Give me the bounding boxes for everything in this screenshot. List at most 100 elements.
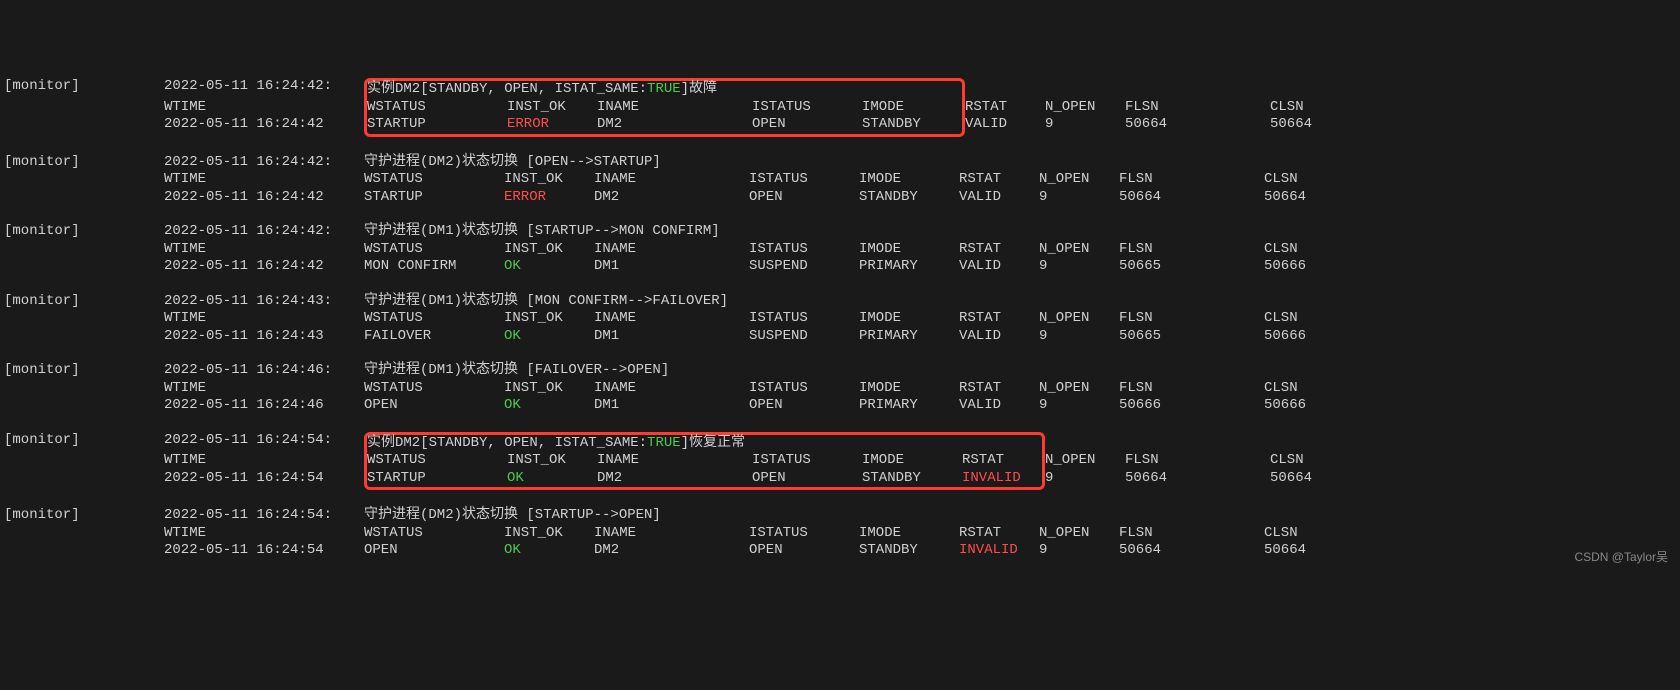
- hdr-flsn: FLSN: [1119, 241, 1264, 259]
- hdr-iname: INAME: [594, 171, 749, 189]
- hdr-imode: IMODE: [862, 99, 962, 117]
- hdr-istatus: ISTATUS: [752, 452, 862, 470]
- monitor-tag: [monitor]: [4, 78, 164, 99]
- hdr-iname: INAME: [594, 525, 749, 543]
- hdr-clsn: CLSN: [1264, 525, 1344, 543]
- blank-line: [4, 560, 1676, 577]
- log-message: 守护进程(DM1)状态切换 [FAILOVER-->OPEN]: [364, 362, 669, 380]
- blank-line: [4, 490, 1676, 507]
- log-data-row: 2022-05-11 16:24:54OPENOKDM2OPENSTANDBYI…: [4, 542, 1676, 560]
- hdr-wstatus: WSTATUS: [364, 241, 504, 259]
- hdr-rstat: RSTAT: [959, 525, 1039, 543]
- val-wstatus: OPEN: [364, 397, 504, 415]
- val-iname: DM2: [597, 116, 752, 134]
- log-message: 守护进程(DM1)状态切换 [MON CONFIRM-->FAILOVER]: [364, 293, 728, 311]
- hdr-wstatus: WSTATUS: [364, 380, 504, 398]
- log-header-row: WTIMEWSTATUSINST_OKINAMEISTATUSIMODERSTA…: [4, 99, 1676, 117]
- hdr-wtime: WTIME: [164, 310, 364, 328]
- highlight-box: WSTATUSINST_OKINAMEISTATUSIMODE: [364, 99, 965, 117]
- hdr-wtime: WTIME: [164, 525, 364, 543]
- hdr-imode: IMODE: [859, 310, 959, 328]
- log-message: 实例DM2[STANDBY, OPEN, ISTAT_SAME:TRUE]恢复正…: [367, 435, 745, 453]
- blank: [4, 310, 164, 328]
- val-rstat: VALID: [959, 397, 1039, 415]
- blank: [4, 171, 164, 189]
- val-imode: STANDBY: [862, 116, 962, 134]
- val-n-open: 9: [1039, 258, 1119, 276]
- hdr-flsn: FLSN: [1125, 99, 1270, 117]
- val-imode: STANDBY: [862, 470, 962, 488]
- val-iname: DM2: [594, 542, 749, 560]
- hdr-inst-ok: INST_OK: [507, 99, 597, 117]
- blank: [4, 470, 164, 491]
- val-n-open: 9: [1039, 542, 1119, 560]
- log-data-row: 2022-05-11 16:24:42MON CONFIRMOKDM1SUSPE…: [4, 258, 1676, 276]
- hdr-imode: IMODE: [862, 452, 962, 470]
- val-istatus: OPEN: [749, 189, 859, 207]
- val-wtime: 2022-05-11 16:24:42: [164, 189, 364, 207]
- monitor-tag: [monitor]: [4, 507, 164, 525]
- val-iname: DM1: [594, 397, 749, 415]
- val-imode: PRIMARY: [859, 258, 959, 276]
- log-msg-row: [monitor]2022-05-11 16:24:54:守护进程(DM2)状态…: [4, 507, 1676, 525]
- val-iname: DM2: [594, 189, 749, 207]
- val-iname: DM1: [594, 328, 749, 346]
- val-inst-ok: OK: [504, 328, 594, 346]
- hdr-iname: INAME: [597, 452, 752, 470]
- val-inst-ok: ERROR: [504, 189, 594, 207]
- hdr-n-open: N_OPEN: [1045, 99, 1125, 117]
- log-header-row: WTIMEWSTATUSINST_OKINAMEISTATUSIMODERSTA…: [4, 525, 1676, 543]
- blank: [4, 116, 164, 137]
- hdr-wstatus: WSTATUS: [367, 452, 507, 470]
- log-header-row: WTIMEWSTATUSINST_OKINAMEISTATUSIMODERSTA…: [4, 452, 1676, 470]
- hdr-clsn: CLSN: [1264, 171, 1344, 189]
- val-rstat: INVALID: [962, 470, 1042, 488]
- hdr-clsn: CLSN: [1264, 380, 1344, 398]
- timestamp: 2022-05-11 16:24:54:: [164, 432, 364, 453]
- timestamp: 2022-05-11 16:24:54:: [164, 507, 364, 525]
- blank: [4, 241, 164, 259]
- monitor-tag: [monitor]: [4, 223, 164, 241]
- val-wstatus: STARTUP: [364, 189, 504, 207]
- monitor-tag: [monitor]: [4, 154, 164, 172]
- hdr-rstat: RSTAT: [962, 452, 1042, 470]
- highlight-box: STARTUPOKDM2OPENSTANDBYINVALID: [364, 470, 1045, 491]
- val-flsn: 50665: [1119, 328, 1264, 346]
- val-flsn: 50666: [1119, 397, 1264, 415]
- val-clsn: 50664: [1264, 542, 1344, 560]
- blank-line: [4, 137, 1676, 154]
- hdr-istatus: ISTATUS: [749, 380, 859, 398]
- log-data-row: 2022-05-11 16:24:42STARTUPERRORDM2OPENST…: [4, 189, 1676, 207]
- val-imode: STANDBY: [859, 542, 959, 560]
- terminal-output: [monitor]2022-05-11 16:24:42:实例DM2[STAND…: [4, 78, 1676, 577]
- val-iname: DM2: [597, 470, 752, 488]
- hdr-wstatus: WSTATUS: [364, 171, 504, 189]
- hdr-flsn: FLSN: [1125, 452, 1270, 470]
- val-wtime: 2022-05-11 16:24:42: [164, 116, 364, 137]
- log-msg-row: [monitor]2022-05-11 16:24:54:实例DM2[STAND…: [4, 432, 1676, 453]
- val-istatus: OPEN: [752, 470, 862, 488]
- timestamp: 2022-05-11 16:24:42:: [164, 78, 364, 99]
- hdr-rstat: RSTAT: [965, 99, 1045, 117]
- val-wtime: 2022-05-11 16:24:54: [164, 470, 364, 491]
- timestamp: 2022-05-11 16:24:42:: [164, 154, 364, 172]
- val-inst-ok: OK: [507, 470, 597, 488]
- highlight-box: STARTUPERRORDM2OPENSTANDBY: [364, 116, 965, 137]
- val-istatus: SUSPEND: [749, 258, 859, 276]
- highlight-box: WSTATUSINST_OKINAMEISTATUSIMODERSTAT: [364, 452, 1045, 470]
- val-iname: DM1: [594, 258, 749, 276]
- blank: [4, 328, 164, 346]
- hdr-n-open: N_OPEN: [1045, 452, 1125, 470]
- hdr-imode: IMODE: [859, 171, 959, 189]
- hdr-inst-ok: INST_OK: [504, 380, 594, 398]
- hdr-inst-ok: INST_OK: [504, 525, 594, 543]
- monitor-tag: [monitor]: [4, 432, 164, 453]
- val-istatus: OPEN: [752, 116, 862, 134]
- val-clsn: 50666: [1264, 258, 1344, 276]
- log-data-row: 2022-05-11 16:24:46OPENOKDM1OPENPRIMARYV…: [4, 397, 1676, 415]
- hdr-flsn: FLSN: [1119, 380, 1264, 398]
- timestamp: 2022-05-11 16:24:46:: [164, 362, 364, 380]
- highlight-box: 实例DM2[STANDBY, OPEN, ISTAT_SAME:TRUE]恢复正…: [364, 432, 1045, 453]
- hdr-istatus: ISTATUS: [752, 99, 862, 117]
- val-flsn: 50664: [1119, 542, 1264, 560]
